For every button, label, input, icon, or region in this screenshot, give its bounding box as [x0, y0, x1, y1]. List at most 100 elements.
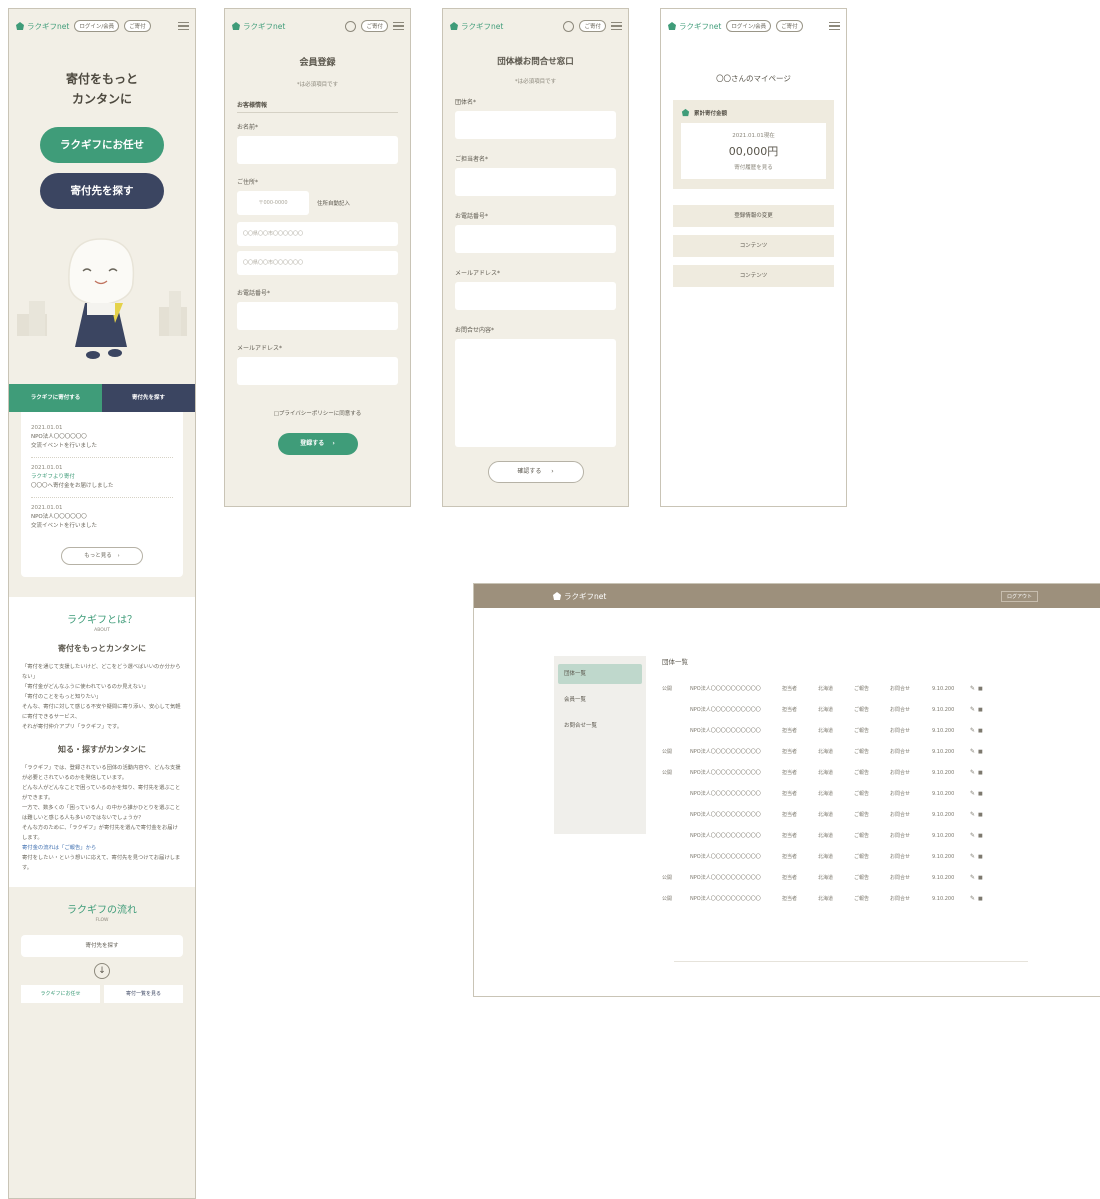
logo[interactable]: ラクギフnet [449, 21, 503, 32]
inquiry-label: お問合せ内容* [455, 327, 495, 334]
sidebar-item-orgs[interactable]: 団体一覧 [558, 664, 642, 684]
flow-choice[interactable]: 寄付一覧を見る [104, 985, 183, 1003]
flow-choice[interactable]: ラクギフにお任せ [21, 985, 100, 1003]
donate-header-button[interactable]: ご寄付 [124, 20, 151, 32]
table-row[interactable]: 公開 NPO法人〇〇〇〇〇〇〇〇〇〇 担当者 北海道 ご報告 お問合せ 9.10.200 ✎ ■ [662, 741, 1032, 762]
address-field-2[interactable]: 〇〇県〇〇市〇〇〇〇〇〇 [237, 251, 398, 275]
phone-field[interactable] [237, 302, 398, 330]
edit-icon[interactable]: ✎ [970, 895, 975, 902]
edit-icon[interactable]: ✎ [970, 811, 975, 818]
register-submit-button[interactable]: 登録する › [277, 433, 358, 455]
find-recipient-button[interactable]: 寄付先を探す [40, 173, 164, 209]
contact-person-field[interactable] [455, 168, 616, 196]
delete-icon[interactable]: ■ [978, 854, 983, 860]
confirm-button[interactable]: 確認する › [487, 461, 584, 483]
cell-org[interactable]: NPO法人〇〇〇〇〇〇〇〇〇〇 [690, 706, 764, 713]
donate-header-button[interactable]: ご寄付 [579, 20, 606, 32]
user-icon[interactable] [563, 20, 575, 32]
table-row[interactable]: 公開 NPO法人〇〇〇〇〇〇〇〇〇〇 担当者 北海道 ご報告 お問合せ 9.10.200 ✎ ■ [662, 888, 1032, 909]
delete-icon[interactable]: ■ [978, 791, 983, 797]
logo-icon [450, 22, 458, 30]
edit-profile-button[interactable]: 登録情報の変更 [673, 205, 834, 227]
delete-icon[interactable]: ■ [978, 812, 983, 818]
table-row[interactable]: NPO法人〇〇〇〇〇〇〇〇〇〇 担当者 北海道 ご報告 お問合せ 9.10.200 ✎ ■ [662, 804, 1032, 825]
donate-header-button[interactable]: ご寄付 [361, 20, 388, 32]
zip-field[interactable]: 〒000-0000 [237, 191, 309, 215]
login-pill[interactable]: ログイン/会員 [74, 20, 120, 32]
table-row[interactable]: NPO法人〇〇〇〇〇〇〇〇〇〇 担当者 北海道 ご報告 お問合せ 9.10.200 ✎ ■ [662, 846, 1032, 867]
cell-c1: 担当者 [782, 791, 798, 797]
sidebar-item-inquiries[interactable]: お問合せ一覧 [558, 716, 642, 736]
know-link[interactable]: 寄付金の流れは「ご報告」から [9, 843, 195, 853]
hamburger-menu-icon[interactable] [611, 21, 622, 31]
table-row[interactable]: 公開 NPO法人〇〇〇〇〇〇〇〇〇〇 担当者 北海道 ご報告 お問合せ 9.10.200 ✎ ■ [662, 678, 1032, 699]
delete-icon[interactable]: ■ [978, 686, 983, 692]
delete-icon[interactable]: ■ [978, 875, 983, 881]
cell-org[interactable]: NPO法人〇〇〇〇〇〇〇〇〇〇 [690, 853, 764, 860]
privacy-checkbox[interactable]: □プライバシーポリシーに同意する [225, 409, 410, 417]
cell-org[interactable]: NPO法人〇〇〇〇〇〇〇〇〇〇 [690, 874, 764, 881]
delete-icon[interactable]: ■ [978, 728, 983, 734]
cell-org[interactable]: NPO法人〇〇〇〇〇〇〇〇〇〇 [690, 832, 764, 839]
rakugift-cta-button[interactable]: ラクギフにお任せ [40, 127, 164, 163]
cell-org[interactable]: NPO法人〇〇〇〇〇〇〇〇〇〇 [690, 748, 764, 755]
delete-icon[interactable]: ■ [978, 833, 983, 839]
cell-org[interactable]: NPO法人〇〇〇〇〇〇〇〇〇〇 [690, 811, 764, 818]
table-row[interactable]: 公開 NPO法人〇〇〇〇〇〇〇〇〇〇 担当者 北海道 ご報告 お問合せ 9.10.200 ✎ ■ [662, 762, 1032, 783]
edit-icon[interactable]: ✎ [970, 769, 975, 776]
cell-org[interactable]: NPO法人〇〇〇〇〇〇〇〇〇〇 [690, 769, 764, 776]
logo[interactable]: ラクギフnet [231, 21, 285, 32]
logo[interactable]: ラクギフnet [552, 591, 606, 602]
edit-icon[interactable]: ✎ [970, 790, 975, 797]
edit-icon[interactable]: ✎ [970, 685, 975, 692]
hamburger-menu-icon[interactable] [829, 21, 840, 31]
edit-icon[interactable]: ✎ [970, 874, 975, 881]
phone-field[interactable] [455, 225, 616, 253]
logo-text: ラクギフnet [679, 21, 722, 31]
org-name-field[interactable] [455, 111, 616, 139]
delete-icon[interactable]: ■ [978, 896, 983, 902]
edit-icon[interactable]: ✎ [970, 853, 975, 860]
logo[interactable]: ラクギフnet [15, 21, 69, 32]
hamburger-menu-icon[interactable] [393, 21, 404, 31]
more-button[interactable]: もっと見る › [61, 547, 143, 565]
logout-link[interactable]: ログアウト [1000, 590, 1038, 602]
sidebar-item-members[interactable]: 会員一覧 [558, 690, 642, 710]
cell-org[interactable]: NPO法人〇〇〇〇〇〇〇〇〇〇 [690, 790, 764, 797]
auto-fill-link[interactable]: 住所自動記入 [317, 199, 350, 207]
content-button[interactable]: コンテンツ [673, 235, 834, 257]
login-pill[interactable]: ログイン/会員 [726, 20, 772, 32]
edit-icon[interactable]: ✎ [970, 832, 975, 839]
delete-icon[interactable]: ■ [978, 707, 983, 713]
table-row[interactable]: NPO法人〇〇〇〇〇〇〇〇〇〇 担当者 北海道 ご報告 お問合せ 9.10.200 ✎ ■ [662, 699, 1032, 720]
cell-org[interactable]: NPO法人〇〇〇〇〇〇〇〇〇〇 [690, 685, 764, 692]
history-link[interactable]: 寄付履歴を見る [681, 163, 826, 171]
news-date: 2021.01.01 [31, 425, 63, 431]
table-row[interactable]: NPO法人〇〇〇〇〇〇〇〇〇〇 担当者 北海道 ご報告 お問合せ 9.10.200 ✎ ■ [662, 825, 1032, 846]
content-button[interactable]: コンテンツ [673, 265, 834, 287]
table-row[interactable]: NPO法人〇〇〇〇〇〇〇〇〇〇 担当者 北海道 ご報告 お問合せ 9.10.200 ✎ ■ [662, 783, 1032, 804]
table-row[interactable]: 公開 NPO法人〇〇〇〇〇〇〇〇〇〇 担当者 北海道 ご報告 お問合せ 9.10.200 ✎ ■ [662, 867, 1032, 888]
hamburger-menu-icon[interactable] [178, 21, 189, 31]
edit-icon[interactable]: ✎ [970, 748, 975, 755]
address-field-1[interactable]: 〇〇県〇〇市〇〇〇〇〇〇 [237, 222, 398, 246]
user-icon[interactable] [345, 20, 357, 32]
tab-find-recipient[interactable]: 寄付先を探す [102, 384, 195, 412]
tab-donate-rakugift[interactable]: ラクギフに寄付する [9, 384, 102, 412]
cell-org[interactable]: NPO法人〇〇〇〇〇〇〇〇〇〇 [690, 727, 764, 734]
edit-icon[interactable]: ✎ [970, 706, 975, 713]
donate-header-button[interactable]: ご寄付 [776, 20, 803, 32]
news-item[interactable]: 2021.01.01 ラクギフより寄付 〇〇〇へ寄付金をお届けしました [31, 458, 173, 498]
email-field[interactable] [237, 357, 398, 385]
delete-icon[interactable]: ■ [978, 770, 983, 776]
inquiry-textarea[interactable] [455, 339, 616, 447]
news-item[interactable]: 2021.01.01 NPO法人〇〇〇〇〇〇 交流イベントを行いました [31, 418, 173, 458]
edit-icon[interactable]: ✎ [970, 727, 975, 734]
email-field[interactable] [455, 282, 616, 310]
news-item[interactable]: 2021.01.01 NPO法人〇〇〇〇〇〇 交流イベントを行いました [31, 498, 173, 537]
logo[interactable]: ラクギフnet [667, 21, 721, 32]
delete-icon[interactable]: ■ [978, 749, 983, 755]
cell-org[interactable]: NPO法人〇〇〇〇〇〇〇〇〇〇 [690, 895, 764, 902]
table-row[interactable]: NPO法人〇〇〇〇〇〇〇〇〇〇 担当者 北海道 ご報告 お問合せ 9.10.200 ✎ ■ [662, 720, 1032, 741]
name-field[interactable] [237, 136, 398, 164]
